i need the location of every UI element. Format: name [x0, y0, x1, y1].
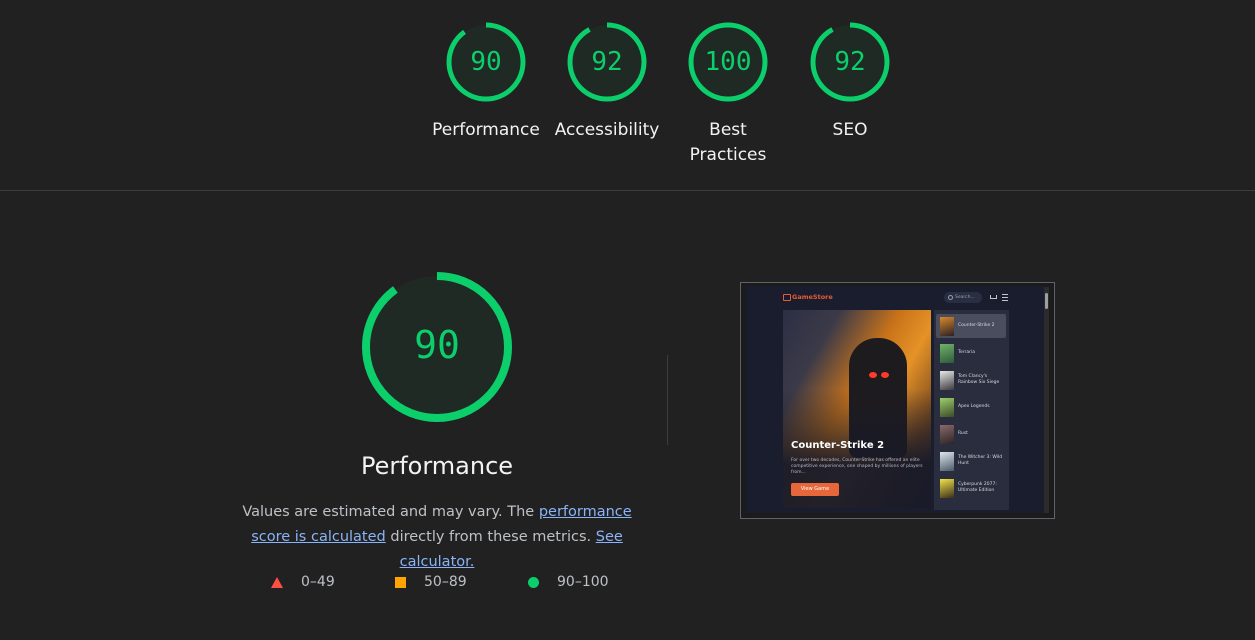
list-item: Rust [936, 422, 1006, 446]
legend-average: 50–89 [395, 574, 467, 590]
hero-title: Counter-Strike 2 [791, 440, 885, 451]
menu-icon [1002, 294, 1008, 301]
game-name: Counter-Strike 2 [958, 323, 995, 328]
gauge-score: 92 [834, 47, 866, 77]
average-square-icon [395, 576, 406, 588]
gauge-score: 100 [704, 47, 752, 77]
performance-score: 90 [414, 323, 460, 367]
gauge-label: Best Practices [689, 120, 767, 165]
list-item: Counter-Strike 2 [936, 314, 1006, 338]
legend-label: 0–49 [301, 574, 335, 590]
performance-gauge: 90 [358, 268, 516, 426]
performance-description: Values are estimated and may vary. The p… [232, 500, 642, 575]
section-divider [0, 190, 1255, 191]
gauge-label: SEO [832, 120, 868, 140]
site-brand: GameStore [792, 293, 833, 301]
legend-pass: 90–100 [528, 574, 609, 590]
hero-banner: Counter-Strike 2 For over two decades, C… [783, 310, 931, 508]
site-navbar: GameStore Search... [746, 286, 1044, 308]
screenshot-scrollbar[interactable] [1044, 287, 1049, 513]
final-screenshot[interactable]: GameStore Search... Counter-Strike 2 For… [740, 282, 1055, 519]
legend-fail: 0–49 [271, 574, 335, 590]
gauge-performance[interactable]: 90 Performance [426, 20, 546, 143]
gauge-seo[interactable]: 92 SEO [790, 20, 910, 143]
gauge-score: 92 [591, 47, 623, 77]
game-cover [940, 371, 954, 390]
search-icon [948, 295, 953, 300]
game-name: Tom Clancy's Rainbow Six Siege [958, 374, 1000, 385]
scrollbar-thumb[interactable] [1045, 293, 1048, 309]
list-item: Tom Clancy's Rainbow Six Siege [936, 368, 1006, 392]
gauge-label: Accessibility [554, 120, 660, 140]
fail-triangle-icon [271, 576, 283, 588]
game-cover [940, 398, 954, 417]
game-cover [940, 479, 954, 498]
game-name: Apex Legends [958, 404, 990, 409]
view-game-button: View Game [791, 483, 839, 496]
game-list: Counter-Strike 2 Terraria Tom Clancy's R… [934, 310, 1009, 510]
hero-overlay [783, 310, 931, 508]
gauge-best-practices[interactable]: 100 Best Practices [668, 20, 788, 168]
game-cover [940, 425, 954, 444]
cart-icon [990, 295, 997, 299]
game-name: The Witcher 3: Wild Hunt [958, 455, 1003, 466]
score-summary: 90 Performance 92 Accessibility 100 Best… [0, 0, 1255, 190]
list-item: The Witcher 3: Wild Hunt [936, 449, 1006, 473]
legend-label: 90–100 [557, 574, 609, 590]
legend-label: 50–89 [424, 574, 467, 590]
performance-title: Performance [360, 452, 514, 480]
game-name: Cyberpunk 2077: Ultimate Edition [958, 482, 997, 493]
game-cover [940, 452, 954, 471]
pass-circle-icon [528, 576, 539, 588]
game-cover [940, 344, 954, 363]
gauge-score: 90 [470, 47, 502, 77]
game-name: Terraria [958, 350, 975, 355]
site-search: Search... [944, 292, 982, 303]
gamepad-icon [783, 294, 791, 301]
list-item: Cyberpunk 2077: Ultimate Edition [936, 476, 1006, 500]
list-item: Terraria [936, 341, 1006, 365]
score-legend: 0–49 50–89 90–100 [0, 574, 700, 594]
game-name: Rust [958, 431, 968, 436]
vertical-divider [667, 355, 668, 445]
gauge-label: Performance [432, 120, 540, 140]
list-item: Apex Legends [936, 395, 1006, 419]
screenshot-page: GameStore Search... Counter-Strike 2 For… [746, 286, 1044, 513]
description-text: Values are estimated and may vary. The [242, 504, 539, 520]
description-text: directly from these metrics. [385, 529, 596, 545]
hero-description: For over two decades, Counter-Strike has… [791, 458, 923, 475]
gauge-accessibility[interactable]: 92 Accessibility [547, 20, 667, 143]
search-placeholder: Search... [955, 295, 975, 300]
game-cover [940, 317, 954, 336]
